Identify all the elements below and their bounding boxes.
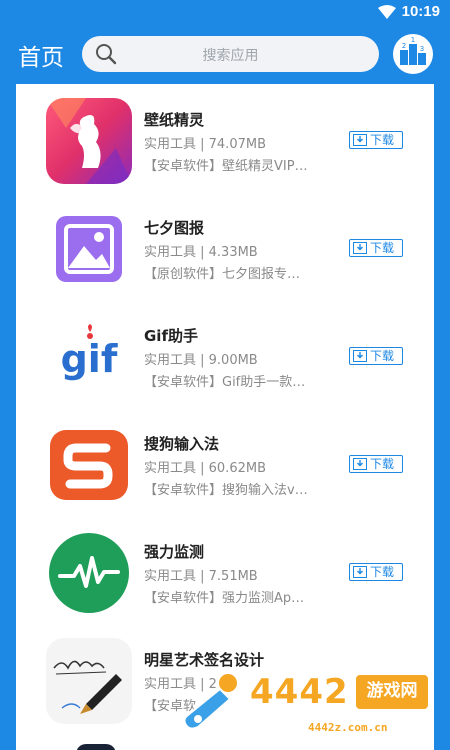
download-button[interactable]: 下载 bbox=[349, 131, 403, 149]
app-bar: 首页 搜索应用 1 2 3 bbox=[0, 26, 450, 84]
gif-icon: gif bbox=[46, 314, 132, 400]
sogou-s-icon bbox=[46, 422, 132, 508]
search-placeholder: 搜索应用 bbox=[202, 48, 259, 64]
app-meta: 实用工具 | 60.62MB bbox=[144, 461, 266, 476]
fairy-wallpaper-icon bbox=[46, 98, 132, 184]
rank-number-3: 3 bbox=[420, 45, 424, 53]
watermark-brand: 游戏网 bbox=[354, 673, 430, 711]
watermark-number: 4442 bbox=[250, 672, 349, 712]
image-icon bbox=[46, 206, 132, 292]
download-icon bbox=[353, 566, 367, 578]
app-description: 【安卓软件】搜狗输入法v… bbox=[144, 483, 308, 498]
rank-number-2: 2 bbox=[402, 42, 406, 50]
download-icon bbox=[353, 350, 367, 362]
watermark-url: 4442z.com.cn bbox=[308, 721, 388, 734]
search-bar[interactable]: 搜索应用 bbox=[82, 36, 379, 72]
download-icon bbox=[353, 242, 367, 254]
app-description: 【原创软件】七夕图报专… bbox=[144, 267, 301, 282]
app-name: 壁纸精灵 bbox=[144, 111, 205, 129]
download-button[interactable]: 下载 bbox=[349, 563, 403, 581]
app-meta: 实用工具 | 74.07MB bbox=[144, 137, 266, 152]
download-icon bbox=[353, 134, 367, 146]
watermark-logo: 4442 游戏网 4442z.com.cn bbox=[178, 665, 440, 743]
ranking-icon[interactable]: 1 2 3 bbox=[392, 33, 434, 75]
app-meta: 实用工具 | 9.00MB bbox=[144, 353, 258, 368]
app-description: 【安卓软件】Gif助手一款… bbox=[144, 375, 306, 390]
app-name: 强力监测 bbox=[144, 543, 205, 561]
page-title: 首页 bbox=[18, 45, 64, 71]
list-item[interactable]: gif Gif助手 实用工具 | 9.00MB 【安卓软件】Gif助手一款… 下… bbox=[16, 300, 434, 408]
watermark-joystick-icon bbox=[183, 672, 239, 730]
list-item[interactable]: 强力监测 实用工具 | 7.51MB 【安卓软件】强力监测Ap… 下载 bbox=[16, 516, 434, 624]
svg-text:gif: gif bbox=[61, 337, 118, 381]
download-label: 下载 bbox=[370, 457, 395, 471]
next-app-icon-partial bbox=[76, 744, 116, 750]
app-description: 【安卓软件】强力监测Ap… bbox=[144, 591, 305, 606]
download-button[interactable]: 下载 bbox=[349, 239, 403, 257]
download-label: 下载 bbox=[370, 241, 395, 255]
list-item[interactable]: 搜狗输入法 实用工具 | 60.62MB 【安卓软件】搜狗输入法v… 下载 bbox=[16, 408, 434, 516]
app-meta: 实用工具 | 4.33MB bbox=[144, 245, 258, 260]
download-button[interactable]: 下载 bbox=[349, 347, 403, 365]
clock: 10:19 bbox=[401, 3, 440, 20]
download-button[interactable]: 下载 bbox=[349, 455, 403, 473]
download-label: 下载 bbox=[370, 349, 395, 363]
download-label: 下载 bbox=[370, 133, 395, 147]
download-icon bbox=[353, 458, 367, 470]
app-name: 七夕图报 bbox=[144, 219, 205, 237]
app-name: 搜狗输入法 bbox=[144, 435, 220, 453]
list-item[interactable]: 壁纸精灵 实用工具 | 74.07MB 【安卓软件】壁纸精灵VIP… 下载 bbox=[16, 84, 434, 192]
app-list: 壁纸精灵 实用工具 | 74.07MB 【安卓软件】壁纸精灵VIP… 下载 七夕… bbox=[16, 84, 434, 750]
status-bar: 10:19 bbox=[0, 0, 450, 26]
signature-pen-icon bbox=[46, 638, 132, 724]
app-name: Gif助手 bbox=[144, 327, 198, 345]
app-description: 【安卓软件】壁纸精灵VIP… bbox=[144, 159, 308, 174]
list-item[interactable]: 七夕图报 实用工具 | 4.33MB 【原创软件】七夕图报专… 下载 bbox=[16, 192, 434, 300]
app-meta: 实用工具 | 7.51MB bbox=[144, 569, 258, 584]
download-label: 下载 bbox=[370, 565, 395, 579]
pulse-icon bbox=[46, 530, 132, 616]
rank-number-1: 1 bbox=[411, 36, 415, 44]
wifi-icon bbox=[378, 5, 396, 19]
